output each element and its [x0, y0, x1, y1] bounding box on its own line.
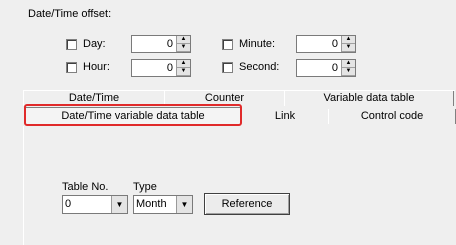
day-checkbox-row[interactable]: Day:	[66, 38, 106, 50]
spin-down-icon[interactable]: ▼	[177, 44, 190, 52]
second-checkbox[interactable]	[222, 61, 233, 73]
hour-checkbox-row[interactable]: Hour:	[66, 61, 110, 73]
spin-up-icon[interactable]: ▲	[342, 36, 355, 44]
table-no-value[interactable]: 0	[63, 196, 111, 213]
spin-up-icon[interactable]: ▲	[342, 60, 355, 68]
second-spinner[interactable]: 0 ▲ ▼	[296, 59, 356, 77]
second-checkbox-row[interactable]: Second:	[222, 61, 279, 73]
hour-checkbox[interactable]	[66, 61, 77, 73]
spin-down-icon[interactable]: ▼	[177, 68, 190, 76]
minute-label: Minute:	[239, 38, 276, 50]
second-value[interactable]: 0	[297, 60, 341, 76]
table-no-select[interactable]: 0 ▼	[62, 195, 128, 214]
day-label: Day:	[83, 38, 106, 50]
spin-down-icon[interactable]: ▼	[342, 68, 355, 76]
tab-control-code[interactable]: Control code	[328, 109, 456, 124]
hour-spinner[interactable]: 0 ▲ ▼	[131, 59, 191, 77]
day-spinner[interactable]: 0 ▲ ▼	[131, 35, 191, 53]
date-time-offset-title: Date/Time offset:	[28, 8, 112, 20]
minute-spinner[interactable]: 0 ▲ ▼	[296, 35, 356, 53]
spin-up-icon[interactable]: ▲	[177, 36, 190, 44]
minute-checkbox-row[interactable]: Minute:	[222, 38, 275, 50]
dropdown-arrow-icon[interactable]: ▼	[176, 196, 192, 213]
dropdown-arrow-icon[interactable]: ▼	[111, 196, 127, 213]
spin-down-icon[interactable]: ▼	[342, 44, 355, 52]
tab-link[interactable]: Link	[241, 109, 329, 124]
type-value[interactable]: Month	[134, 196, 176, 213]
selected-tab-highlight	[24, 104, 242, 126]
spin-up-icon[interactable]: ▲	[177, 60, 190, 68]
minute-value[interactable]: 0	[297, 36, 341, 52]
table-no-label: Table No.	[62, 181, 109, 193]
day-checkbox[interactable]	[66, 38, 77, 50]
second-label: Second:	[239, 61, 280, 73]
hour-label: Hour:	[83, 61, 110, 73]
tab-variable-data-table[interactable]: Variable data table	[284, 91, 454, 106]
day-value[interactable]: 0	[132, 36, 176, 52]
type-label: Type	[133, 181, 157, 193]
type-select[interactable]: Month ▼	[133, 195, 193, 214]
hour-value[interactable]: 0	[132, 60, 176, 76]
reference-button[interactable]: Reference	[204, 193, 290, 215]
dialog-frame: Date/Time offset: Day: 0 ▲ ▼ Minute: 0 ▲…	[0, 0, 456, 245]
minute-checkbox[interactable]	[222, 38, 233, 50]
